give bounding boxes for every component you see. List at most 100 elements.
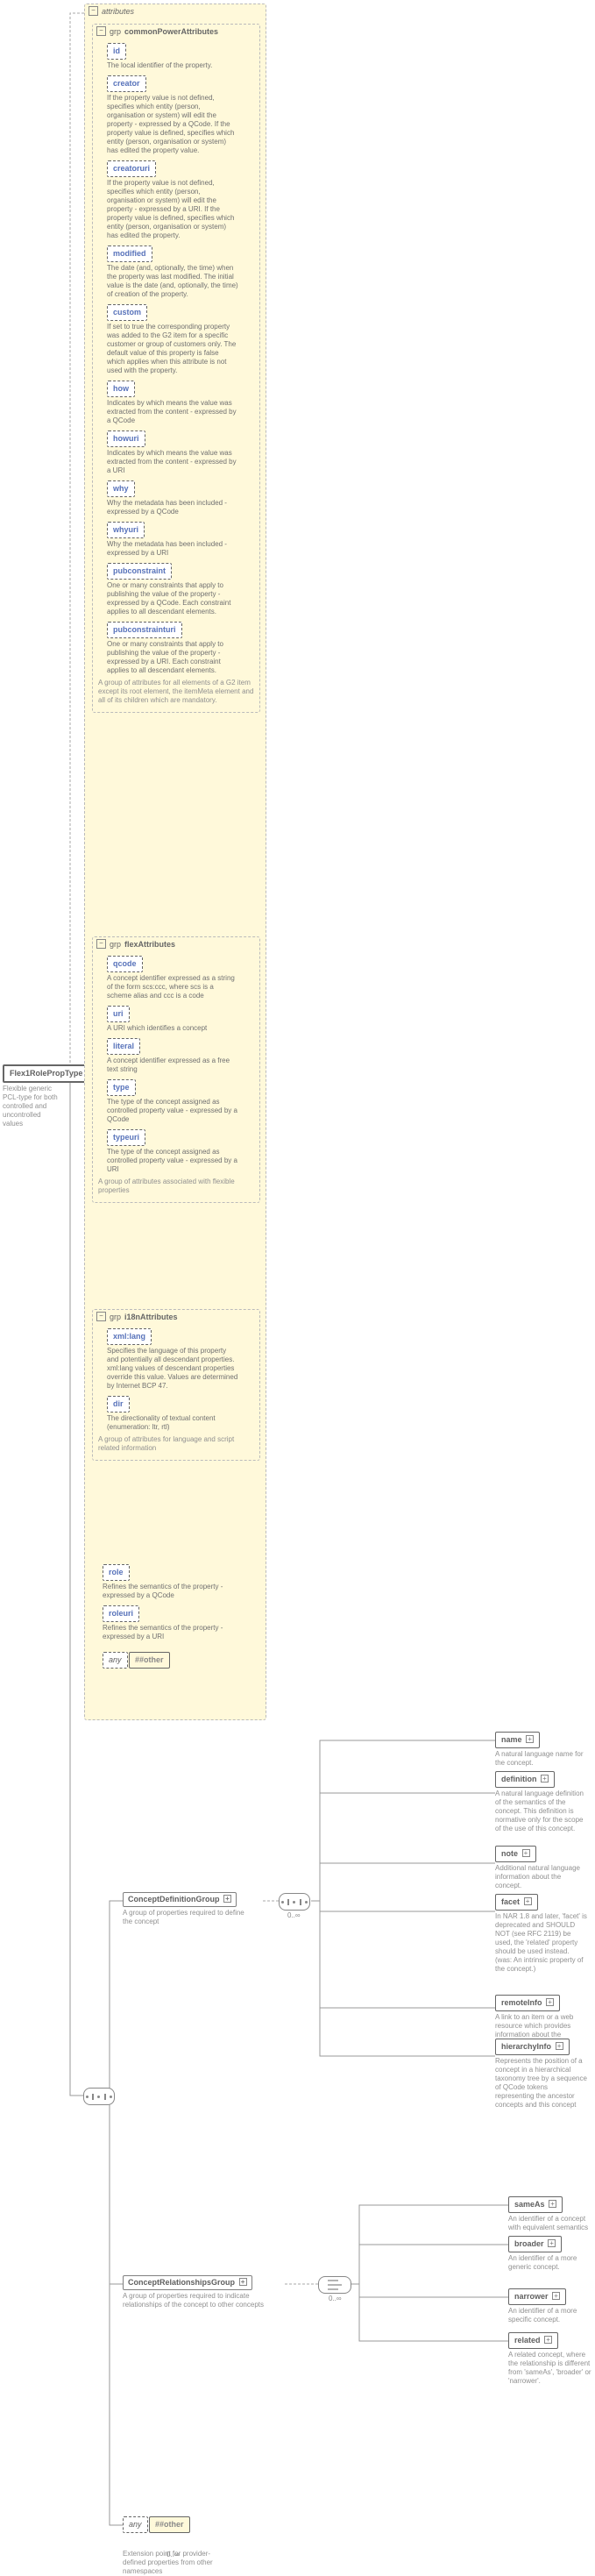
collapse-icon[interactable]: −: [96, 939, 106, 949]
attr-desc: A concept identifier expressed as a free…: [107, 1057, 238, 1074]
attr-desc: A URI which identifies a concept: [107, 1024, 238, 1033]
group-i18n: − grp i18nAttributes xml:lang Specifies t…: [92, 1309, 260, 1461]
expand-icon[interactable]: +: [524, 1897, 532, 1905]
sequence-connector: [279, 1893, 310, 1911]
root-desc: Flexible generic PCL-type for both contr…: [3, 1085, 62, 1128]
attr-desc: The type of the concept assigned as cont…: [107, 1148, 238, 1174]
expand-icon[interactable]: +: [239, 2278, 247, 2286]
concept-relationships-group[interactable]: ConceptRelationshipsGroup +: [123, 2275, 252, 2290]
attributes-label: attributes: [102, 7, 134, 16]
any-other-elem[interactable]: ##other: [149, 2516, 190, 2533]
attr-desc: Refines the semantics of the property - …: [103, 1583, 234, 1600]
expand-icon[interactable]: +: [552, 2292, 560, 2300]
attr-why[interactable]: why: [107, 480, 135, 497]
elem-definition[interactable]: definition +: [495, 1771, 555, 1788]
attr-desc: Why the metadata has been included - exp…: [107, 540, 238, 558]
group-name: ConceptRelationshipsGroup: [128, 2278, 235, 2287]
expand-icon[interactable]: +: [546, 1998, 554, 2006]
group-flex: − grp flexAttributes qcode A concept iden…: [92, 936, 260, 1203]
group-header: − grp flexAttributes: [93, 937, 259, 950]
group-header: − grp i18nAttributes: [93, 1310, 259, 1323]
elem-desc: An identifier of a concept with equivale…: [508, 2215, 591, 2232]
attr-desc: If set to true the corresponding propert…: [107, 323, 238, 375]
attr-pubconstrainturi[interactable]: pubconstrainturi: [107, 622, 182, 638]
elem-hierarchyInfo[interactable]: hierarchyInfo +: [495, 2039, 570, 2055]
attributes-region: − attributes − grp commonPowerAttributes…: [84, 4, 266, 1720]
attr-custom[interactable]: custom: [107, 304, 147, 321]
attr-role[interactable]: role: [103, 1564, 130, 1581]
attr-desc: Specifies the language of this property …: [107, 1347, 238, 1391]
elem-broader[interactable]: broader +: [508, 2236, 562, 2252]
attr-desc: The local identifier of the property.: [107, 61, 238, 70]
elem-desc: An identifier of a more generic concept.: [508, 2254, 591, 2272]
attr-roleuri[interactable]: roleuri: [103, 1605, 139, 1622]
elem-sameAs[interactable]: sameAs +: [508, 2196, 563, 2213]
group-footer: A group of attributes associated with fl…: [93, 1176, 259, 1197]
attr-whyuri[interactable]: whyuri: [107, 522, 145, 538]
attr-modified[interactable]: modified: [107, 246, 152, 262]
elem-desc: A natural language definition of the sem…: [495, 1790, 587, 1833]
expand-icon[interactable]: +: [548, 2239, 556, 2247]
any-other-label: ##other: [129, 1652, 170, 1669]
group-desc: A group of properties required to define…: [123, 1909, 254, 1926]
attr-desc: One or many constraints that apply to pu…: [107, 581, 238, 616]
multiplicity: 0..∞: [287, 1911, 301, 1919]
attr-xml:lang[interactable]: xml:lang: [107, 1328, 152, 1345]
attr-qcode[interactable]: qcode: [107, 956, 143, 972]
sequence-connector: [83, 2088, 115, 2105]
attr-desc: Indicates by which means the value was e…: [107, 399, 238, 425]
expand-icon[interactable]: +: [526, 1735, 534, 1743]
concept-definition-group[interactable]: ConceptDefinitionGroup +: [123, 1892, 237, 1907]
expand-icon[interactable]: +: [541, 1775, 549, 1783]
elem-desc: Represents the position of a concept in …: [495, 2057, 587, 2110]
elem-related[interactable]: related +: [508, 2332, 558, 2349]
any-other-attr[interactable]: any ##other: [103, 1652, 260, 1669]
elem-facet[interactable]: facet +: [495, 1894, 538, 1911]
elem-desc: A natural language name for the concept.: [495, 1750, 587, 1768]
attr-type[interactable]: type: [107, 1079, 136, 1096]
attr-pubconstraint[interactable]: pubconstraint: [107, 563, 172, 580]
elem-name[interactable]: name +: [495, 1732, 540, 1748]
collapse-icon[interactable]: −: [96, 1312, 106, 1321]
type-root[interactable]: Flex1RolePropType: [3, 1064, 89, 1083]
attr-id[interactable]: id: [107, 43, 126, 60]
elem-note[interactable]: note +: [495, 1846, 536, 1862]
any-label: any: [103, 1652, 128, 1669]
attr-typeuri[interactable]: typeuri: [107, 1129, 145, 1146]
attr-creatoruri[interactable]: creatoruri: [107, 160, 156, 177]
group-common-power: − grp commonPowerAttributes idThe local …: [92, 24, 260, 713]
elem-narrower[interactable]: narrower +: [508, 2288, 566, 2305]
attr-howuri[interactable]: howuri: [107, 431, 145, 447]
group-header: − grp commonPowerAttributes: [93, 25, 259, 38]
attributes-header: − attributes: [85, 4, 266, 18]
expand-icon[interactable]: +: [223, 1895, 231, 1903]
elem-desc: In NAR 1.8 and later, 'facet' is depreca…: [495, 1912, 587, 1974]
collapse-icon[interactable]: −: [96, 26, 106, 36]
group-title: flexAttributes: [124, 940, 175, 949]
root-name: Flex1RolePropType: [10, 1069, 82, 1078]
attr-desc: If the property value is not defined, sp…: [107, 94, 238, 155]
group-tag: grp: [110, 1313, 121, 1321]
elem-desc: A related concept, where the relationshi…: [508, 2351, 591, 2386]
attr-literal[interactable]: literal: [107, 1038, 140, 1055]
attr-desc: If the property value is not defined, sp…: [107, 179, 238, 240]
group-title: commonPowerAttributes: [124, 27, 218, 36]
attr-desc: Why the metadata has been included - exp…: [107, 499, 238, 516]
attr-desc: The date (and, optionally, the time) whe…: [107, 264, 238, 299]
group-name: ConceptDefinitionGroup: [128, 1895, 220, 1904]
attr-how[interactable]: how: [107, 381, 135, 397]
multiplicity: 0..∞: [166, 2551, 263, 2558]
attr-desc: Indicates by which means the value was e…: [107, 449, 238, 475]
group-title: i18nAttributes: [124, 1313, 178, 1321]
elem-remoteInfo[interactable]: remoteInfo +: [495, 1995, 560, 2011]
attr-uri[interactable]: uri: [107, 1006, 130, 1022]
attr-desc: A concept identifier expressed as a stri…: [107, 974, 238, 1000]
attr-dir[interactable]: dir: [107, 1396, 130, 1413]
collapse-icon[interactable]: −: [89, 6, 98, 16]
expand-icon[interactable]: +: [549, 2200, 556, 2208]
attr-creator[interactable]: creator: [107, 75, 146, 92]
expand-icon[interactable]: +: [556, 2042, 563, 2050]
elem-desc: Additional natural language information …: [495, 1864, 587, 1890]
expand-icon[interactable]: +: [522, 1849, 530, 1857]
expand-icon[interactable]: +: [544, 2336, 552, 2344]
